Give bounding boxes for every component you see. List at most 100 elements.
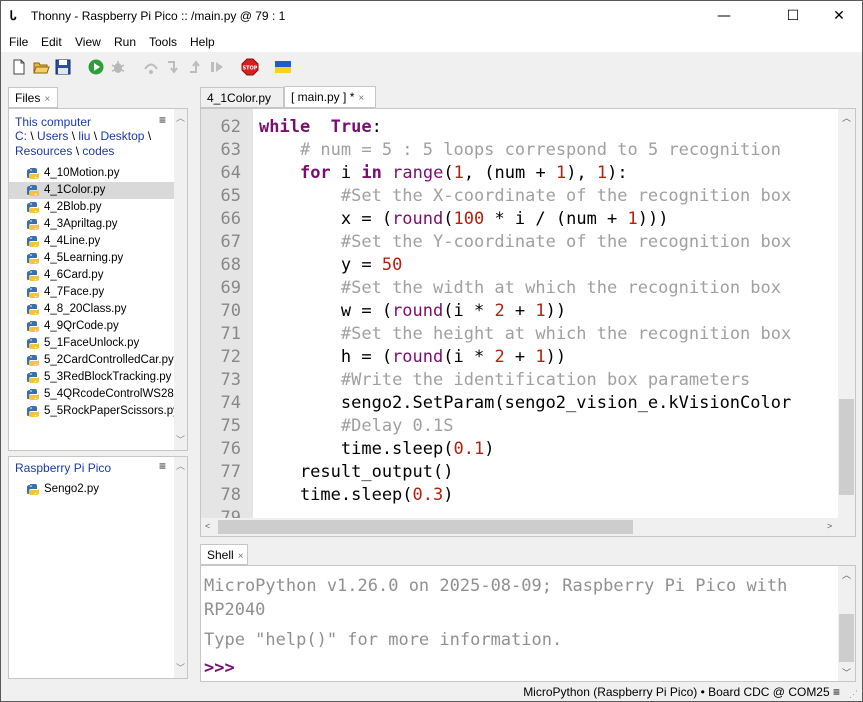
code-line[interactable]: while True: bbox=[259, 117, 382, 137]
ukraine-flag-icon[interactable] bbox=[274, 58, 292, 76]
code-line[interactable]: #Set the width at which the recognition … bbox=[259, 278, 781, 298]
files-menu-icon[interactable]: ≡ bbox=[159, 113, 166, 127]
save-icon[interactable] bbox=[54, 58, 72, 76]
file-list-item[interactable]: 4_2Blob.py bbox=[9, 199, 175, 216]
code-line[interactable]: for i in range(1, (num + 1), 1): bbox=[259, 163, 628, 183]
scrollbar-thumb[interactable] bbox=[839, 614, 854, 662]
file-list-item[interactable]: 4_8_20Class.py bbox=[9, 301, 175, 318]
file-name: Sengo2.py bbox=[44, 483, 99, 495]
shell-panel[interactable]: MicroPython v1.26.0 on 2025-08-09; Raspb… bbox=[200, 565, 856, 682]
minimize-button[interactable]: — bbox=[701, 1, 747, 32]
code-line[interactable]: time.sleep(0.1) bbox=[259, 439, 495, 459]
step-out-icon[interactable] bbox=[186, 58, 204, 76]
file-list-item[interactable]: 4_3Apriltag.py bbox=[9, 216, 175, 233]
new-file-icon[interactable] bbox=[10, 58, 28, 76]
file-list-item[interactable]: 5_3RedBlockTracking.py bbox=[9, 369, 175, 386]
file-list-item[interactable]: 5_2CardControlledCar.py bbox=[9, 352, 175, 369]
scrollbar-thumb[interactable] bbox=[218, 520, 633, 534]
step-into-icon[interactable] bbox=[164, 58, 182, 76]
code-line[interactable]: #Write the identification box parameters bbox=[259, 370, 750, 390]
title-bar[interactable]: Ꮣ Thonny - Raspberry Pi Pico :: /main.py… bbox=[1, 1, 862, 32]
code-token: round bbox=[392, 347, 444, 367]
scroll-right-icon[interactable]: > bbox=[827, 521, 832, 531]
file-name: 4_5Learning.py bbox=[44, 252, 124, 264]
code-line[interactable]: #Set the Y-coordinate of the recognition… bbox=[259, 232, 791, 252]
shell-scrollbar[interactable]: ︿ ﹀ bbox=[838, 566, 855, 681]
open-file-icon[interactable] bbox=[32, 58, 50, 76]
stop-icon[interactable]: STOP bbox=[241, 58, 259, 76]
pico-menu-icon[interactable]: ≡ bbox=[159, 459, 166, 473]
tab-files[interactable]: Files × bbox=[8, 87, 58, 108]
file-list-item[interactable]: 4_9QrCode.py bbox=[9, 318, 175, 335]
tab-4-1color[interactable]: 4_1Color.py bbox=[200, 87, 284, 108]
tab-main-py[interactable]: [ main.py ] * × bbox=[284, 86, 376, 108]
pico-scrollbar[interactable]: ︿ ﹀ bbox=[174, 457, 187, 678]
close-icon[interactable]: × bbox=[238, 551, 244, 562]
scroll-down-icon[interactable]: ﹀ bbox=[176, 433, 185, 446]
shell-prompt-line[interactable]: >>> bbox=[204, 658, 235, 678]
file-list-item[interactable]: 5_1FaceUnlock.py bbox=[9, 335, 175, 352]
breadcrumb-desktop[interactable]: Desktop bbox=[100, 129, 144, 143]
menu-file[interactable]: File bbox=[9, 35, 28, 49]
code-line[interactable]: result_output() bbox=[259, 462, 454, 482]
code-token: result_output() bbox=[259, 462, 454, 482]
code-line[interactable]: sengo2.SetParam(sengo2_vision_e.kVisionC… bbox=[259, 393, 791, 413]
debug-icon[interactable] bbox=[109, 58, 127, 76]
code-line[interactable]: h = (round(i * 2 + 1)) bbox=[259, 347, 566, 367]
scroll-down-icon[interactable]: ﹀ bbox=[842, 666, 851, 679]
file-list-item[interactable]: 4_5Learning.py bbox=[9, 250, 175, 267]
code-line[interactable]: y = 50 bbox=[259, 255, 402, 275]
breadcrumb-drive[interactable]: C: bbox=[15, 129, 27, 143]
maximize-button[interactable]: ☐ bbox=[770, 1, 816, 32]
run-icon[interactable] bbox=[87, 58, 105, 76]
line-number: 70 bbox=[220, 301, 241, 321]
file-list-item[interactable]: 4_7Face.py bbox=[9, 284, 175, 301]
menu-edit[interactable]: Edit bbox=[41, 35, 62, 49]
file-list-item[interactable]: Sengo2.py bbox=[9, 481, 175, 498]
scroll-down-icon[interactable]: ﹀ bbox=[176, 661, 185, 674]
code-token: in bbox=[361, 163, 382, 183]
menu-tools[interactable]: Tools bbox=[149, 35, 177, 49]
breadcrumb-resources[interactable]: Resources bbox=[15, 144, 72, 158]
code-editor[interactable]: 626364656667686970717273747576777879 whi… bbox=[200, 108, 856, 537]
code-line[interactable]: time.sleep(0.3) bbox=[259, 485, 454, 505]
scrollbar-thumb[interactable] bbox=[839, 399, 854, 495]
menu-help[interactable]: Help bbox=[190, 35, 215, 49]
menu-view[interactable]: View bbox=[75, 35, 101, 49]
scroll-left-icon[interactable]: < bbox=[205, 521, 210, 531]
code-line[interactable]: #Set the X-coordinate of the recognition… bbox=[259, 186, 791, 206]
scroll-up-icon[interactable]: ︿ bbox=[842, 568, 851, 581]
line-number: 71 bbox=[220, 324, 241, 344]
files-scrollbar[interactable]: ︿ ﹀ bbox=[174, 109, 187, 450]
file-list-item[interactable]: 4_6Card.py bbox=[9, 267, 175, 284]
python-file-icon bbox=[27, 338, 39, 349]
breadcrumb-liu[interactable]: liu bbox=[78, 129, 90, 143]
code-line[interactable]: w = (round(i * 2 + 1)) bbox=[259, 301, 566, 321]
resume-icon[interactable] bbox=[208, 58, 226, 76]
menu-run[interactable]: Run bbox=[114, 35, 136, 49]
file-list-item[interactable]: 4_10Motion.py bbox=[9, 165, 175, 182]
interpreter-status[interactable]: MicroPython (Raspberry Pi Pico) • Board … bbox=[523, 685, 840, 699]
tab-shell[interactable]: Shell × bbox=[200, 544, 248, 565]
code-line[interactable]: # num = 5 : 5 loops correspond to 5 reco… bbox=[259, 140, 781, 160]
editor-vertical-scrollbar[interactable]: ︿ bbox=[838, 109, 855, 518]
close-window-button[interactable]: ✕ bbox=[816, 1, 862, 32]
scroll-up-icon[interactable]: ︿ bbox=[842, 111, 851, 124]
code-line[interactable]: x = (round(100 * i / (num + 1))) bbox=[259, 209, 669, 229]
code-line[interactable]: #Delay 0.1S bbox=[259, 416, 454, 436]
close-icon[interactable]: × bbox=[358, 93, 364, 104]
breadcrumb-codes[interactable]: codes bbox=[82, 144, 114, 158]
file-list-item[interactable]: 4_1Color.py bbox=[9, 182, 175, 199]
menu-bar: File Edit View Run Tools Help bbox=[1, 32, 862, 52]
scroll-up-icon[interactable]: ︿ bbox=[176, 459, 185, 472]
scroll-up-icon[interactable]: ︿ bbox=[176, 111, 185, 124]
file-list-item[interactable]: 4_4Line.py bbox=[9, 233, 175, 250]
close-icon[interactable]: × bbox=[44, 94, 50, 105]
file-list-item[interactable]: 5_5RockPaperScissors.py bbox=[9, 403, 175, 420]
file-list-item[interactable]: 5_4QRcodeControlWS28 bbox=[9, 386, 175, 403]
breadcrumb-users[interactable]: Users bbox=[37, 129, 68, 143]
resize-grip-icon[interactable]: ⋰ bbox=[849, 689, 859, 699]
step-over-icon[interactable] bbox=[142, 58, 160, 76]
code-line[interactable]: #Set the height at which the recognition… bbox=[259, 324, 791, 344]
editor-horizontal-scrollbar[interactable]: < > bbox=[201, 518, 855, 536]
